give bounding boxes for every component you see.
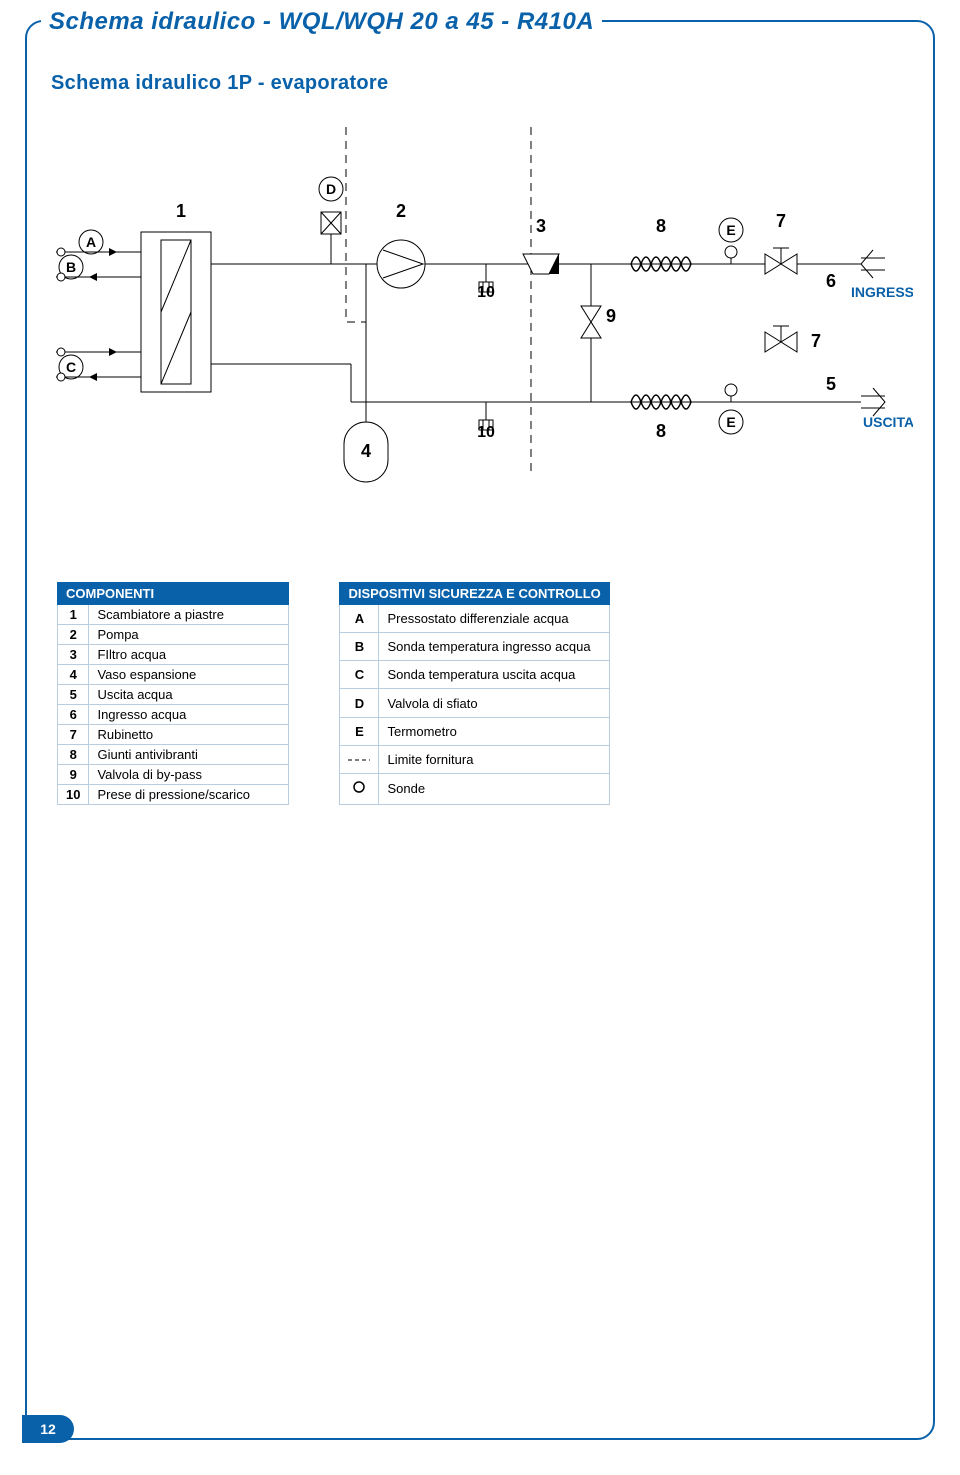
svg-text:A: A — [86, 234, 96, 250]
row-key: C — [340, 661, 379, 689]
circle-icon — [352, 780, 366, 794]
row-desc: Sonda temperatura uscita acqua — [379, 661, 609, 689]
row-desc: Termometro — [379, 717, 609, 745]
page-frame: Schema idraulico - WQL/WQH 20 a 45 - R41… — [25, 20, 935, 1440]
table-row: 6Ingresso acqua — [58, 705, 289, 725]
svg-text:6: 6 — [826, 271, 836, 291]
row-desc: Valvola di by-pass — [89, 765, 289, 785]
table-row: Limite fornitura — [340, 745, 609, 773]
svg-text:USCITA: USCITA — [863, 414, 913, 430]
svg-text:D: D — [326, 181, 336, 197]
svg-text:1: 1 — [176, 201, 186, 221]
table-row: APressostato differenziale acqua — [340, 605, 609, 633]
svg-text:C: C — [66, 359, 76, 375]
row-desc: Prese di pressione/scarico — [89, 785, 289, 805]
componenti-table: COMPONENTI 1Scambiatore a piastre2Pompa3… — [57, 582, 289, 805]
dispositivi-table: DISPOSITIVI SICUREZZA E CONTROLLO APress… — [339, 582, 609, 805]
row-key: A — [340, 605, 379, 633]
title-bar: Schema idraulico - WQL/WQH 20 a 45 - R41… — [41, 8, 602, 36]
table-row: 5Uscita acqua — [58, 685, 289, 705]
row-desc: Pressostato differenziale acqua — [379, 605, 609, 633]
svg-text:9: 9 — [606, 306, 616, 326]
row-desc: Rubinetto — [89, 725, 289, 745]
svg-text:E: E — [726, 222, 735, 238]
row-key: 9 — [58, 765, 89, 785]
row-key — [340, 745, 379, 773]
svg-text:E: E — [726, 414, 735, 430]
svg-text:10: 10 — [477, 424, 495, 441]
table-row: ETermometro — [340, 717, 609, 745]
table-row: 9Valvola di by-pass — [58, 765, 289, 785]
row-key: D — [340, 689, 379, 717]
row-desc: Uscita acqua — [89, 685, 289, 705]
svg-text:7: 7 — [811, 331, 821, 351]
row-desc: Giunti antivibranti — [89, 745, 289, 765]
table-row: 3FIltro acqua — [58, 645, 289, 665]
svg-text:8: 8 — [656, 216, 666, 236]
page-number: 12 — [40, 1421, 56, 1437]
row-desc: Scambiatore a piastre — [89, 605, 289, 625]
svg-text:4: 4 — [361, 441, 371, 461]
row-key: 7 — [58, 725, 89, 745]
row-key: 10 — [58, 785, 89, 805]
row-desc: Sonde — [379, 773, 609, 804]
svg-text:7: 7 — [776, 211, 786, 231]
svg-text:3: 3 — [536, 216, 546, 236]
componenti-header: COMPONENTI — [58, 583, 289, 605]
svg-text:INGRESSO: INGRESSO — [851, 284, 913, 300]
row-desc: Sonda temperatura ingresso acqua — [379, 633, 609, 661]
svg-text:10: 10 — [477, 284, 495, 301]
row-key: 4 — [58, 665, 89, 685]
table-row: Sonde — [340, 773, 609, 804]
row-key: 6 — [58, 705, 89, 725]
svg-text:5: 5 — [826, 374, 836, 394]
svg-text:B: B — [66, 259, 76, 275]
row-desc: FIltro acqua — [89, 645, 289, 665]
table-row: 10Prese di pressione/scarico — [58, 785, 289, 805]
table-row: DValvola di sfiato — [340, 689, 609, 717]
table-row: 4Vaso espansione — [58, 665, 289, 685]
svg-text:2: 2 — [396, 201, 406, 221]
row-desc: Ingresso acqua — [89, 705, 289, 725]
row-key: 1 — [58, 605, 89, 625]
table-row: 8Giunti antivibranti — [58, 745, 289, 765]
table-row: 1Scambiatore a piastre — [58, 605, 289, 625]
page-title: Schema idraulico - WQL/WQH 20 a 45 - R41… — [49, 8, 594, 35]
page-number-badge: 12 — [22, 1415, 74, 1443]
row-key — [340, 773, 379, 804]
table-row: CSonda temperatura uscita acqua — [340, 661, 609, 689]
row-key: 3 — [58, 645, 89, 665]
dash-icon — [348, 756, 370, 764]
svg-text:8: 8 — [656, 421, 666, 441]
table-row: BSonda temperatura ingresso acqua — [340, 633, 609, 661]
table-row: 7Rubinetto — [58, 725, 289, 745]
row-key: 2 — [58, 625, 89, 645]
hydraulic-diagram: A B C 1 — [51, 122, 913, 522]
table-row: 2Pompa — [58, 625, 289, 645]
row-key: B — [340, 633, 379, 661]
row-desc: Pompa — [89, 625, 289, 645]
dispositivi-header: DISPOSITIVI SICUREZZA E CONTROLLO — [340, 583, 609, 605]
row-desc: Valvola di sfiato — [379, 689, 609, 717]
row-key: 5 — [58, 685, 89, 705]
row-desc: Vaso espansione — [89, 665, 289, 685]
page-subtitle: Schema idraulico 1P - evaporatore — [51, 72, 388, 95]
legend-tables: COMPONENTI 1Scambiatore a piastre2Pompa3… — [57, 582, 610, 805]
row-key: E — [340, 717, 379, 745]
row-desc: Limite fornitura — [379, 745, 609, 773]
row-key: 8 — [58, 745, 89, 765]
